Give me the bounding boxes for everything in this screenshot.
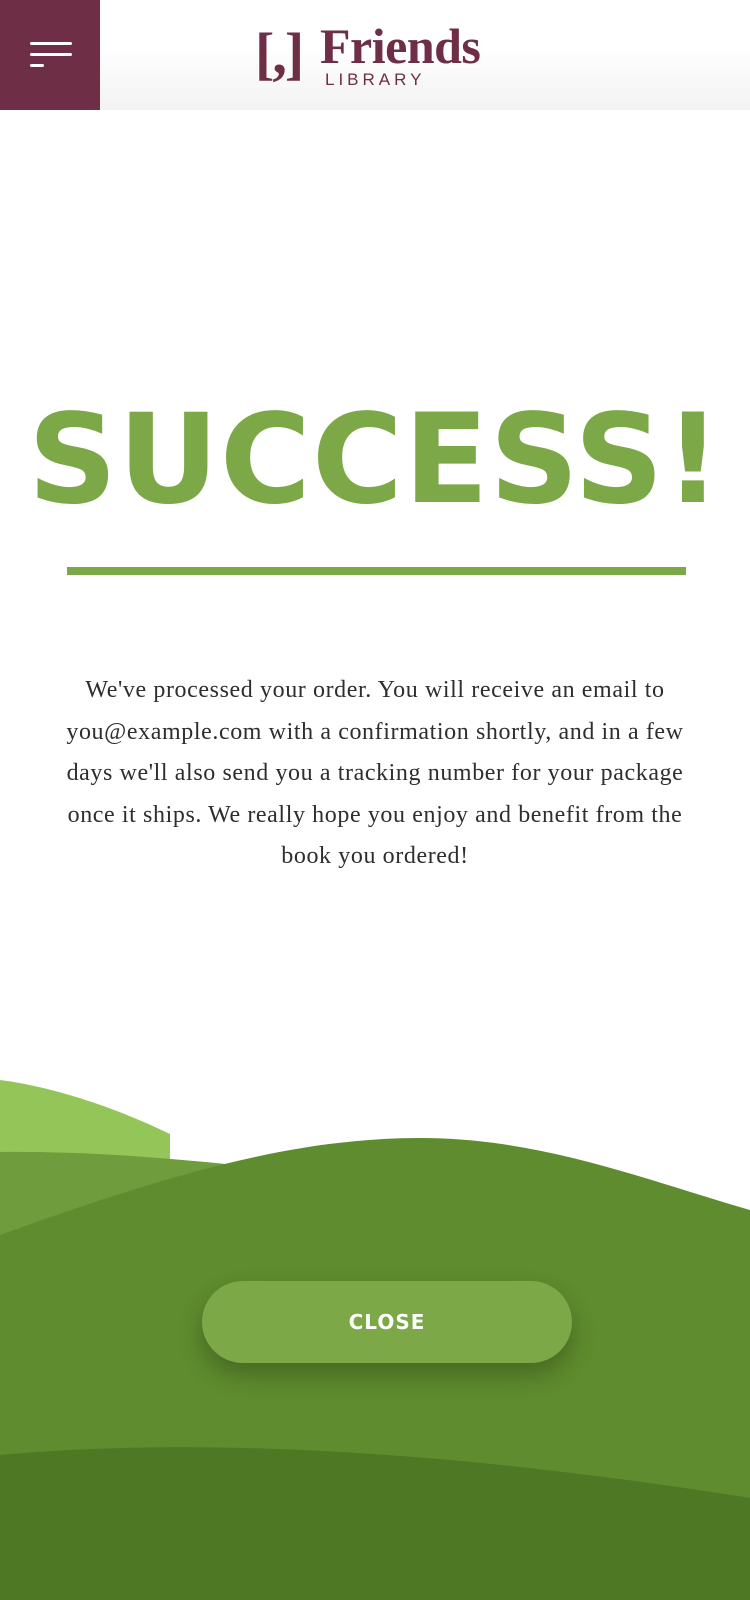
friends-library-logo[interactable]: [,] Friends LIBRARY bbox=[255, 18, 505, 92]
close-button[interactable]: CLOSE bbox=[202, 1281, 572, 1363]
order-confirmation-message: We've processed your order. You will rec… bbox=[66, 677, 684, 869]
hamburger-menu-icon-line-2 bbox=[30, 53, 72, 56]
heading-divider bbox=[67, 567, 686, 575]
hamburger-menu-icon-line-1 bbox=[30, 42, 72, 45]
logo-wordmark: Friends bbox=[320, 18, 481, 74]
logo-subtitle: LIBRARY bbox=[325, 70, 426, 89]
success-heading: SUCCESS! bbox=[27, 388, 723, 532]
logo-mark: [,] bbox=[255, 21, 304, 86]
hamburger-menu-icon-line-3 bbox=[30, 64, 44, 67]
menu-button[interactable] bbox=[0, 0, 100, 110]
top-bar: [,] Friends LIBRARY bbox=[0, 0, 750, 110]
